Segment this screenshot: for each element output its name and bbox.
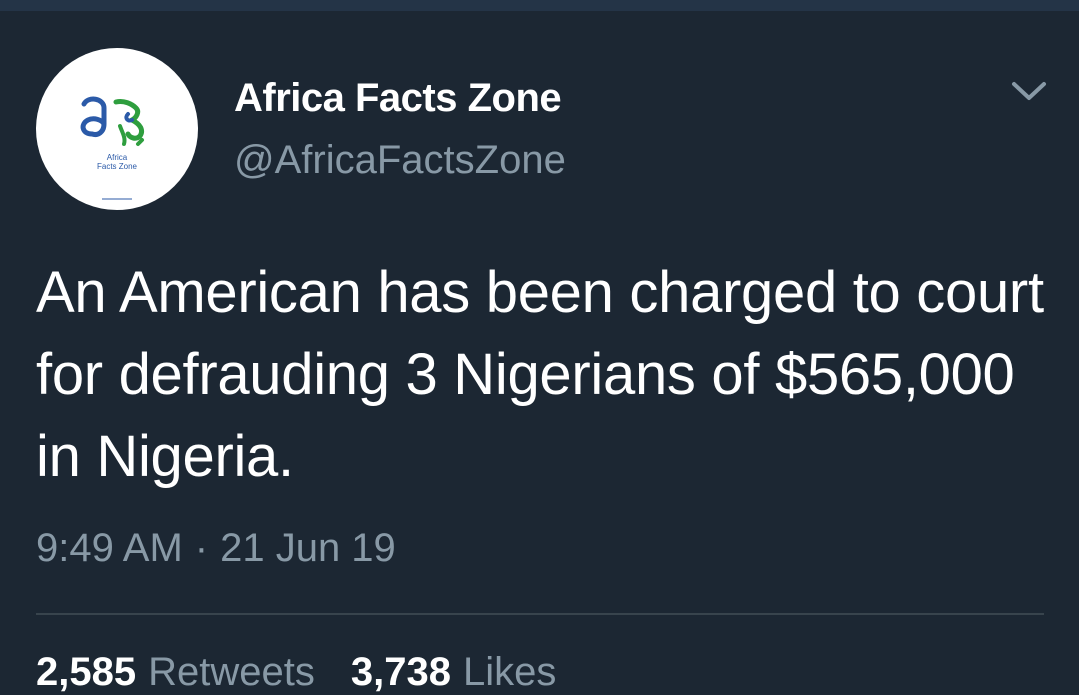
africa-facts-zone-logo-icon: Africa Facts Zone <box>80 96 145 200</box>
avatar[interactable]: Africa Facts Zone <box>36 48 198 210</box>
tweet-text: An American has been charged to court fo… <box>36 260 1044 489</box>
tweet-date: 21 Jun 19 <box>220 526 396 570</box>
likes-stat[interactable]: 3,738 Likes <box>351 650 557 695</box>
likes-label: Likes <box>462 650 557 694</box>
top-bar-strip <box>0 0 1079 11</box>
divider <box>36 613 1044 615</box>
likes-count: 3,738 <box>350 650 451 694</box>
retweets-stat[interactable]: 2,585 Retweets <box>36 650 315 695</box>
tweet-timestamp[interactable]: 9:49 AM · 21 Jun 19 <box>36 526 396 571</box>
retweets-count: 2,585 <box>36 650 137 694</box>
retweets-label: Retweets <box>148 650 315 694</box>
chevron-down-icon[interactable] <box>1008 74 1050 108</box>
svg-text:Facts Zone: Facts Zone <box>97 162 138 171</box>
tweet-stats: 2,585 Retweets 3,738 Likes <box>36 650 578 695</box>
svg-text:Africa: Africa <box>107 153 128 162</box>
tweet-time: 9:49 AM <box>36 526 183 570</box>
author-display-name[interactable]: Africa Facts Zone <box>234 76 562 121</box>
timestamp-separator: · <box>194 526 209 570</box>
author-handle[interactable]: @AfricaFactsZone <box>234 138 566 183</box>
